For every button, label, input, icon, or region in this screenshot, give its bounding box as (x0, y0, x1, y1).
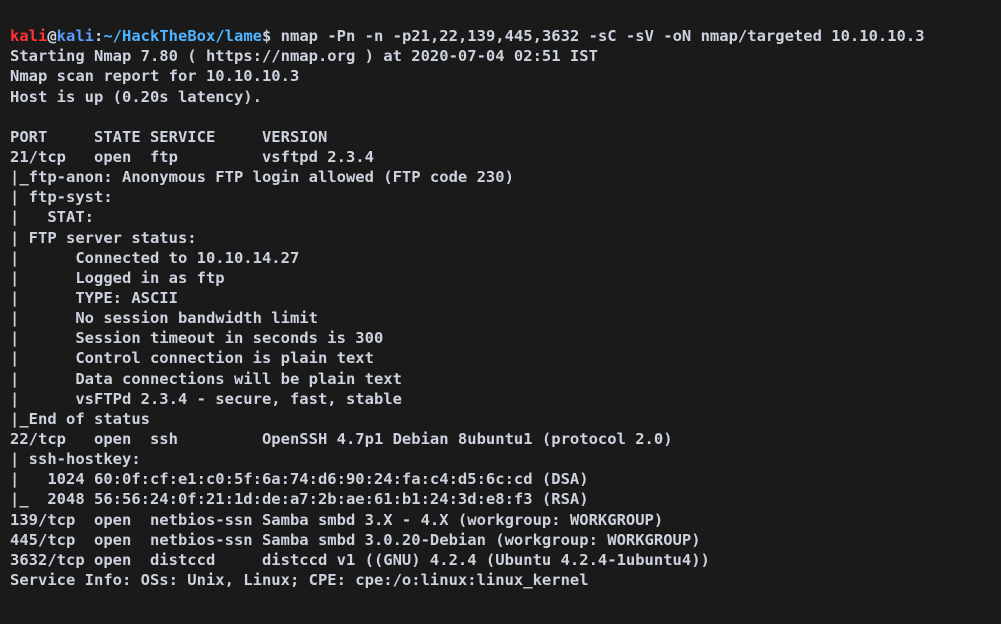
output-line: | Connected to 10.10.14.27 (10, 249, 299, 267)
prompt-path: ~/HackTheBox/lame (103, 27, 262, 45)
output-line: | 1024 60:0f:cf:e1:c0:5f:6a:74:d6:90:24:… (10, 470, 589, 488)
output-line: | FTP server status: (10, 229, 197, 247)
output-line: | vsFTPd 2.3.4 - secure, fast, stable (10, 390, 402, 408)
output-line: 139/tcp open netbios-ssn Samba smbd 3.X … (10, 511, 663, 529)
output-line: 22/tcp open ssh OpenSSH 4.7p1 Debian 8ub… (10, 430, 673, 448)
prompt-at: @ (47, 27, 56, 45)
output-line: Starting Nmap 7.80 ( https://nmap.org ) … (10, 47, 598, 65)
terminal-window[interactable]: kali@kali:~/HackTheBox/lame$ nmap -Pn -n… (0, 0, 1001, 600)
output-line: | No session bandwidth limit (10, 309, 318, 327)
prompt-line: kali@kali:~/HackTheBox/lame$ nmap -Pn -n… (10, 27, 925, 45)
output-line: Nmap scan report for 10.10.10.3 (10, 67, 299, 85)
output-line: Service Info: OSs: Unix, Linux; CPE: cpe… (10, 571, 589, 589)
output-line: 3632/tcp open distccd distccd v1 ((GNU) … (10, 551, 710, 569)
output-line: 445/tcp open netbios-ssn Samba smbd 3.0.… (10, 531, 701, 549)
output-line: | Control connection is plain text (10, 349, 374, 367)
prompt-dollar: $ (262, 27, 271, 45)
command-input[interactable]: nmap -Pn -n -p21,22,139,445,3632 -sC -sV… (271, 27, 924, 45)
output-line: |_End of status (10, 410, 150, 428)
prompt-user: kali (10, 27, 47, 45)
output-line: PORT STATE SERVICE VERSION (10, 128, 327, 146)
output-line: Host is up (0.20s latency). (10, 88, 262, 106)
output-line: | STAT: (10, 208, 103, 226)
output-line: | ftp-syst: (10, 188, 122, 206)
output-line: | Data connections will be plain text (10, 370, 402, 388)
output-line: | Logged in as ftp (10, 269, 225, 287)
output-line: 21/tcp open ftp vsftpd 2.3.4 (10, 148, 374, 166)
output-line: | TYPE: ASCII (10, 289, 178, 307)
output-line: | ssh-hostkey: (10, 450, 150, 468)
prompt-sep: : (94, 27, 103, 45)
output-line: | Session timeout in seconds is 300 (10, 329, 383, 347)
output-line: |_ 2048 56:56:24:0f:21:1d:de:a7:2b:ae:61… (10, 490, 589, 508)
output-line: |_ftp-anon: Anonymous FTP login allowed … (10, 168, 514, 186)
prompt-host: kali (57, 27, 94, 45)
